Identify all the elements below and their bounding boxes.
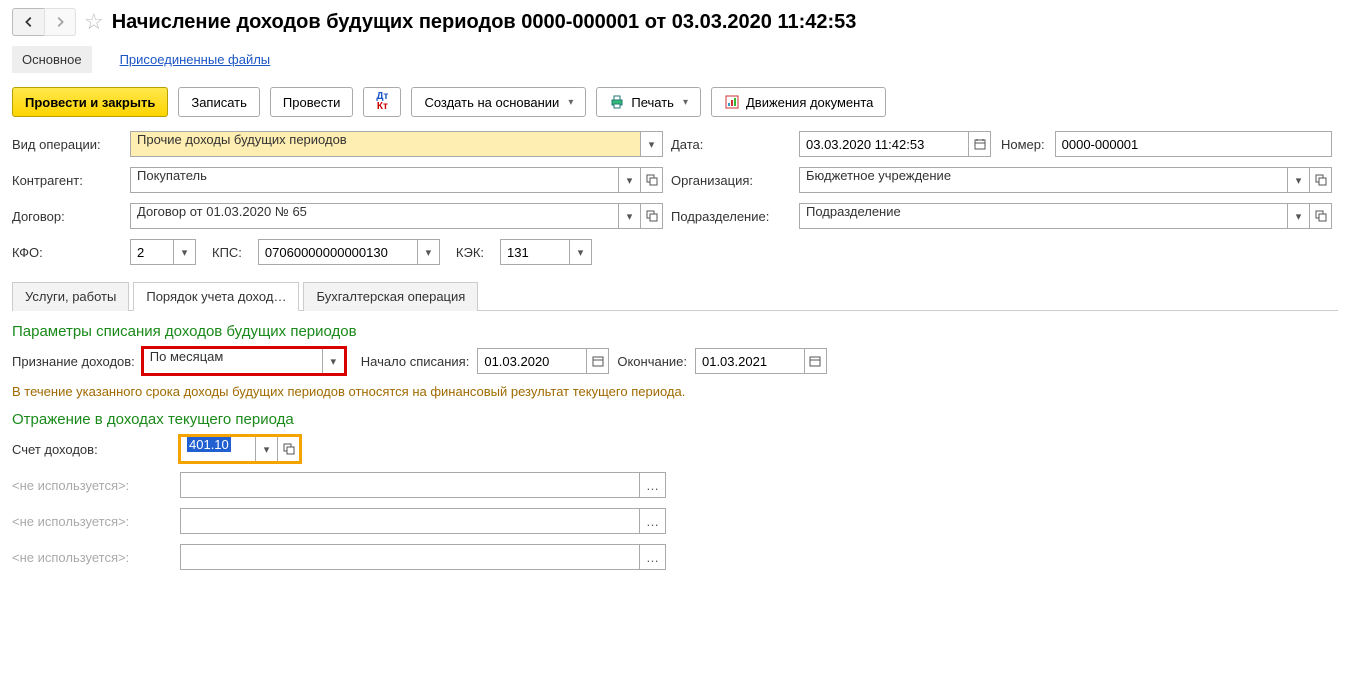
department-label: Подразделение: xyxy=(671,209,791,224)
date-label: Дата: xyxy=(671,137,791,152)
end-date-input[interactable] xyxy=(695,348,805,374)
write-button[interactable]: Записать xyxy=(178,87,260,117)
print-button[interactable]: Печать▾ xyxy=(596,87,701,117)
open-icon xyxy=(646,174,658,186)
tab-main[interactable]: Основное xyxy=(12,46,92,73)
contract-input[interactable]: Договор от 01.03.2020 № 65 xyxy=(130,203,619,229)
dtkt-button[interactable]: ДтКт xyxy=(363,87,401,117)
recognition-dropdown[interactable]: ▾ xyxy=(323,348,345,374)
recognition-label: Признание доходов: xyxy=(12,354,135,369)
date-calendar-button[interactable] xyxy=(969,131,991,157)
open-icon xyxy=(646,210,658,222)
dtkt-icon: ДтКт xyxy=(376,92,388,112)
not-used-label-3: <не используется>: xyxy=(12,550,172,565)
kfo-label: КФО: xyxy=(12,245,114,260)
tab-attached-files[interactable]: Присоединенные файлы xyxy=(110,46,281,73)
income-account-input[interactable]: 401.10 xyxy=(180,436,256,462)
analytics-input-3[interactable] xyxy=(180,544,640,570)
chevron-down-icon: ▾ xyxy=(683,97,688,108)
end-label: Окончание: xyxy=(617,354,687,369)
recognition-input[interactable]: По месяцам xyxy=(143,348,323,374)
counterparty-open-button[interactable] xyxy=(641,167,663,193)
create-from-button[interactable]: Создать на основании▾ xyxy=(411,87,586,117)
contract-label: Договор: xyxy=(12,209,122,224)
analytics-select-3[interactable]: … xyxy=(640,544,666,570)
printer-icon xyxy=(609,94,625,110)
analytics-select-2[interactable]: … xyxy=(640,508,666,534)
post-button[interactable]: Провести xyxy=(270,87,354,117)
document-movements-button[interactable]: Движения документа xyxy=(711,87,886,117)
counterparty-input[interactable]: Покупатель xyxy=(130,167,619,193)
counterparty-label: Контрагент: xyxy=(12,173,122,188)
calendar-icon xyxy=(592,355,604,367)
open-icon xyxy=(1315,210,1327,222)
operation-type-label: Вид операции: xyxy=(12,137,122,152)
report-icon xyxy=(724,94,740,110)
operation-type-input[interactable]: Прочие доходы будущих периодов xyxy=(130,131,641,157)
recognition-highlight: По месяцам ▾ xyxy=(143,348,345,374)
forward-button[interactable] xyxy=(44,8,76,36)
not-used-label-1: <не используется>: xyxy=(12,478,172,493)
number-input[interactable] xyxy=(1055,131,1332,157)
tab-services[interactable]: Услуги, работы xyxy=(12,282,129,311)
page-title: Начисление доходов будущих периодов 0000… xyxy=(112,11,857,34)
kps-label: КПС: xyxy=(212,245,242,260)
income-account-open-button[interactable] xyxy=(278,436,300,462)
kfo-dropdown[interactable]: ▾ xyxy=(174,239,196,265)
section-title-reflection: Отражение в доходах текущего периода xyxy=(12,411,1338,428)
contract-dropdown[interactable]: ▾ xyxy=(619,203,641,229)
back-button[interactable] xyxy=(12,8,44,36)
chevron-down-icon: ▾ xyxy=(568,97,573,108)
hint-text: В течение указанного срока доходы будущи… xyxy=(12,384,1338,399)
star-icon[interactable]: ☆ xyxy=(84,9,104,35)
calendar-icon xyxy=(974,138,986,150)
tab-income-order[interactable]: Порядок учета доход… xyxy=(133,282,299,311)
kfo-input[interactable] xyxy=(130,239,174,265)
organization-open-button[interactable] xyxy=(1310,167,1332,193)
kek-label: КЭК: xyxy=(456,245,484,260)
organization-dropdown[interactable]: ▾ xyxy=(1288,167,1310,193)
department-input[interactable]: Подразделение xyxy=(799,203,1288,229)
date-input[interactable] xyxy=(799,131,969,157)
open-icon xyxy=(283,443,295,455)
calendar-icon xyxy=(809,355,821,367)
department-open-button[interactable] xyxy=(1310,203,1332,229)
end-calendar-button[interactable] xyxy=(805,348,827,374)
start-label: Начало списания: xyxy=(361,354,470,369)
contract-open-button[interactable] xyxy=(641,203,663,229)
analytics-input-2[interactable] xyxy=(180,508,640,534)
analytics-select-1[interactable]: … xyxy=(640,472,666,498)
income-account-label: Счет доходов: xyxy=(12,442,172,457)
not-used-label-2: <не используется>: xyxy=(12,514,172,529)
counterparty-dropdown[interactable]: ▾ xyxy=(619,167,641,193)
start-date-input[interactable] xyxy=(477,348,587,374)
tab-accounting-operation[interactable]: Бухгалтерская операция xyxy=(303,282,478,311)
start-calendar-button[interactable] xyxy=(587,348,609,374)
operation-type-dropdown[interactable]: ▾ xyxy=(641,131,663,157)
section-title-params: Параметры списания доходов будущих перио… xyxy=(12,323,1338,340)
kek-dropdown[interactable]: ▾ xyxy=(570,239,592,265)
income-account-highlight: 401.10 ▾ xyxy=(180,436,300,462)
income-account-dropdown[interactable]: ▾ xyxy=(256,436,278,462)
analytics-input-1[interactable] xyxy=(180,472,640,498)
organization-input[interactable]: Бюджетное учреждение xyxy=(799,167,1288,193)
kps-dropdown[interactable]: ▾ xyxy=(418,239,440,265)
post-and-close-button[interactable]: Провести и закрыть xyxy=(12,87,168,117)
organization-label: Организация: xyxy=(671,173,791,188)
kps-input[interactable] xyxy=(258,239,418,265)
kek-input[interactable] xyxy=(500,239,570,265)
number-label: Номер: xyxy=(1001,137,1045,152)
department-dropdown[interactable]: ▾ xyxy=(1288,203,1310,229)
open-icon xyxy=(1315,174,1327,186)
